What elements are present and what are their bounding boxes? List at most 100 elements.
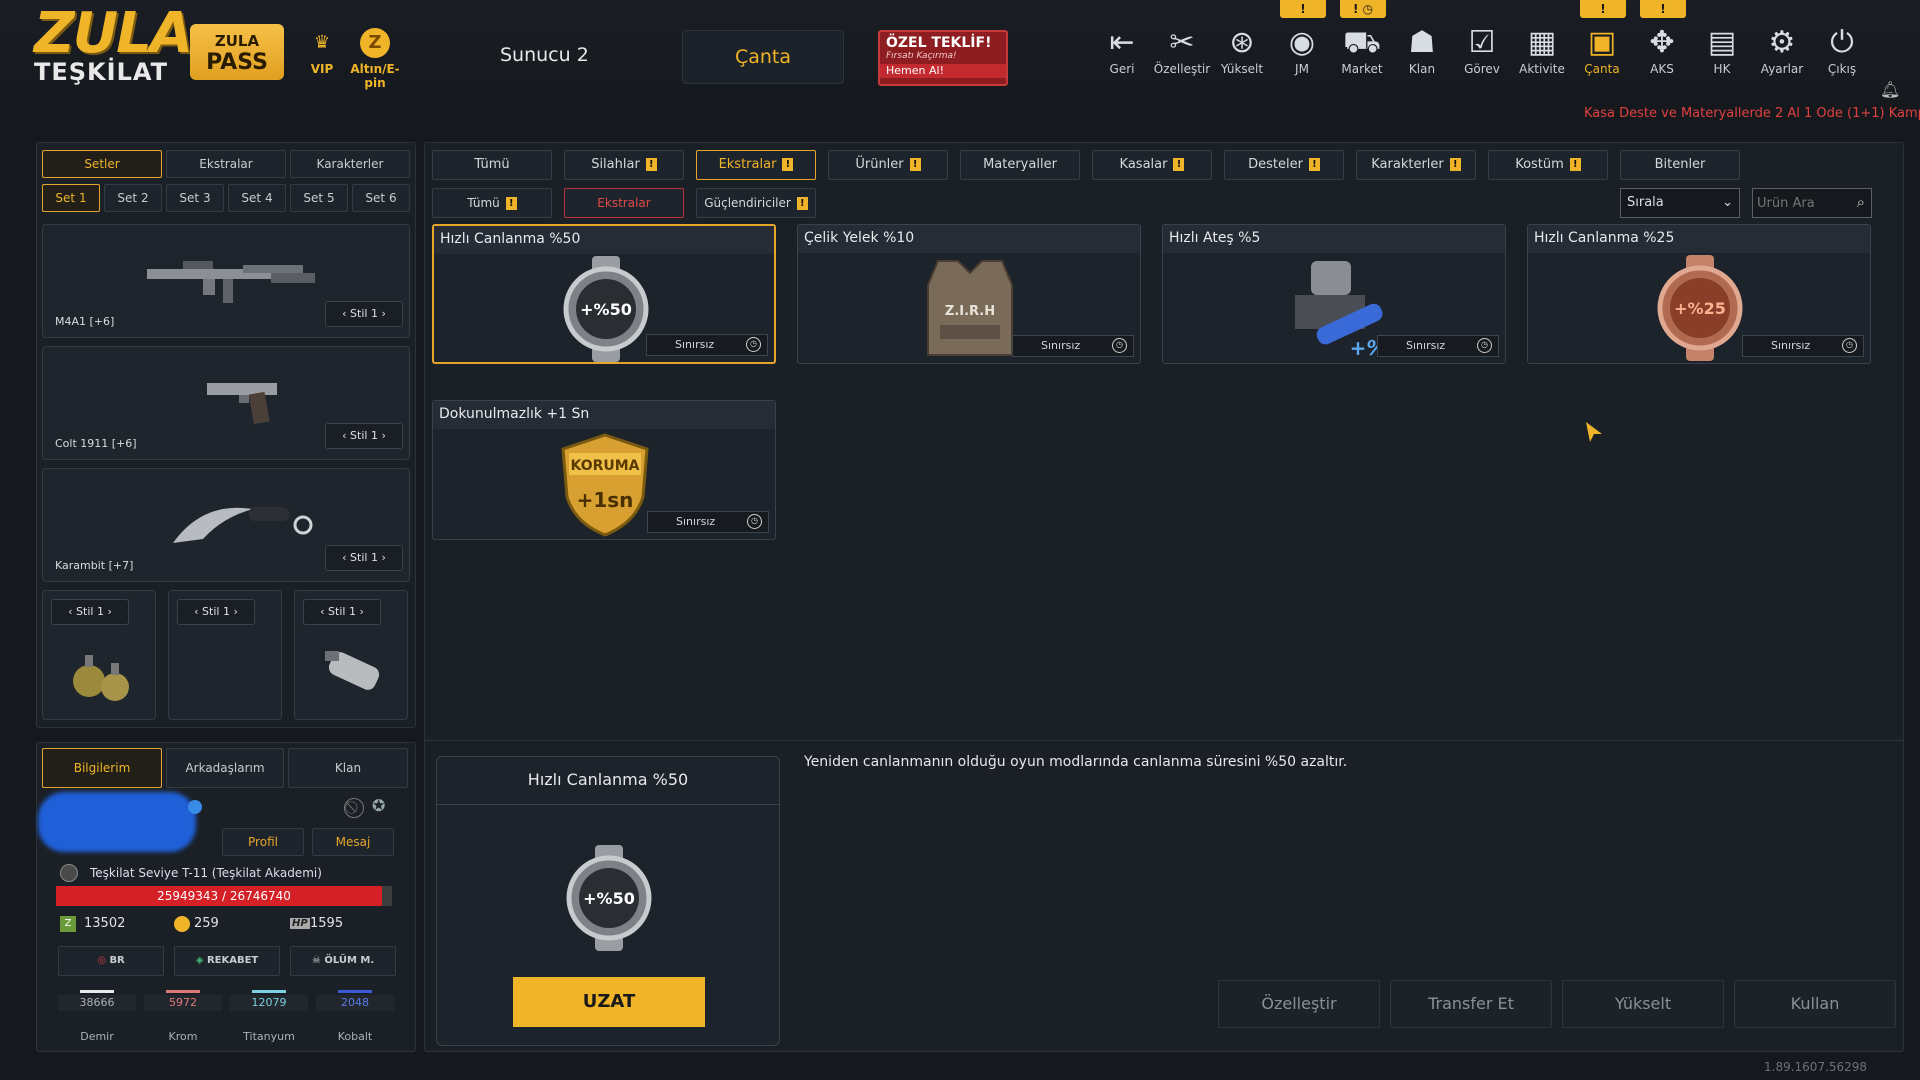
transfer-button[interactable]: Transfer Et xyxy=(1390,980,1552,1028)
tab-costume[interactable]: Kostüm! xyxy=(1488,150,1608,180)
throwable-slot-1[interactable]: ‹ Stil 1 › xyxy=(42,590,156,720)
subtab-extras[interactable]: Ekstralar xyxy=(564,188,684,218)
grenade-icon xyxy=(73,655,129,701)
tab-my-info[interactable]: Bilgilerim xyxy=(42,748,162,788)
cart-icon: ⛟ xyxy=(1343,25,1381,60)
item-badge-2: +1sn xyxy=(577,488,634,512)
tab-sets[interactable]: Setler xyxy=(42,150,162,178)
message-button[interactable]: Mesaj xyxy=(312,828,394,856)
nav-task[interactable]: ☑ Görev xyxy=(1452,24,1512,76)
set-tab-6[interactable]: Set 6 xyxy=(352,184,410,212)
alert-icon: ! xyxy=(645,158,657,171)
set-tab-3[interactable]: Set 3 xyxy=(166,184,224,212)
mode-olum-button[interactable]: ☠ ÖLÜM M. xyxy=(290,946,396,976)
nav-hk[interactable]: ▤ HK xyxy=(1692,24,1752,76)
mode-rekabet-button[interactable]: ◈ REKABET xyxy=(174,946,280,976)
nav-bag[interactable]: ▣ Çanta xyxy=(1572,24,1632,76)
tab-products[interactable]: Ürünler! xyxy=(828,150,948,180)
set-tab-5[interactable]: Set 5 xyxy=(290,184,348,212)
style-selector[interactable]: ‹ Stil 1 › xyxy=(325,301,403,327)
style-selector[interactable]: ‹ Stil 1 › xyxy=(303,599,381,625)
nav-back[interactable]: ⇤ Geri xyxy=(1092,24,1152,76)
item-card[interactable]: Hızlı Canlanma %50 +%50 Sınırsız ◷ xyxy=(432,224,776,364)
alert-icon: ! xyxy=(782,158,794,171)
nav-clan[interactable]: ☗ Klan xyxy=(1392,24,1452,76)
nav-label: JM xyxy=(1295,62,1309,76)
subtab-all[interactable]: Tümü! xyxy=(432,188,552,218)
mode-label: ÖLÜM M. xyxy=(324,955,375,966)
weapon-slot-primary[interactable]: M4A1 [+6] ‹ Stil 1 › xyxy=(42,224,410,338)
style-selector[interactable]: ‹ Stil 1 › xyxy=(177,599,255,625)
item-card[interactable]: Hızlı Ateş %5 +%5 Sınırsız ◷ xyxy=(1162,224,1506,364)
tab-characters-main[interactable]: Karakterler! xyxy=(1356,150,1476,180)
tab-friends[interactable]: Arkadaşlarım xyxy=(166,748,284,788)
style-selector[interactable]: ‹ Stil 1 › xyxy=(51,599,129,625)
vip-button[interactable]: ♛ VIP xyxy=(302,28,342,76)
gold-value: 259 xyxy=(194,916,219,931)
profile-button[interactable]: Profil xyxy=(222,828,304,856)
tab-materials[interactable]: Materyaller xyxy=(960,150,1080,180)
nav-label: Market xyxy=(1341,62,1383,76)
nav-market[interactable]: ⛟ Market xyxy=(1332,24,1392,76)
nav-activity[interactable]: ▦ Aktivite xyxy=(1512,24,1572,76)
block-icon[interactable]: ⃠ xyxy=(344,798,364,818)
tab-label: Kasalar xyxy=(1119,157,1168,172)
subtab-boosters[interactable]: Güçlendiriciler! xyxy=(696,188,816,218)
customize-button[interactable]: Özelleştir xyxy=(1218,980,1380,1028)
set-tab-1[interactable]: Set 1 xyxy=(42,184,100,212)
set-tab-2[interactable]: Set 2 xyxy=(104,184,162,212)
item-card[interactable]: Çelik Yelek %10 Z.I.R.H Sınırsız ◷ xyxy=(797,224,1141,364)
item-description: Yeniden canlanmanın olduğu oyun modların… xyxy=(804,754,1348,770)
style-label: Stil 1 xyxy=(202,605,230,618)
mode-br-button[interactable]: ◎ BR xyxy=(58,946,164,976)
nav-jm[interactable]: ◉ JM xyxy=(1272,24,1332,76)
extend-button[interactable]: UZAT xyxy=(513,977,705,1027)
verified-icon xyxy=(188,800,202,814)
zula-pass-button[interactable]: ZULA PASS xyxy=(190,24,284,80)
nav-upgrade[interactable]: ⊛ Yükselt xyxy=(1212,24,1272,76)
tab-label: Karakterler xyxy=(1371,157,1444,172)
resource-color-bar xyxy=(252,990,286,993)
bell-icon[interactable]: 🔔︎ xyxy=(1880,80,1900,99)
tab-clan[interactable]: Klan xyxy=(288,748,408,788)
set-tab-4[interactable]: Set 4 xyxy=(228,184,286,212)
detail-badge: +%50 xyxy=(583,889,635,908)
use-button[interactable]: Kullan xyxy=(1734,980,1896,1028)
upgrade-button[interactable]: Yükselt xyxy=(1562,980,1724,1028)
zula-logo[interactable]: ZULA TEŞKİLAT xyxy=(34,6,193,92)
special-offer-button[interactable]: ÖZEL TEKLİF! Fırsatı Kaçırma! Hemen Al! xyxy=(878,30,1008,86)
sort-dropdown[interactable]: Sırala ⌄ xyxy=(1620,188,1740,218)
clock-icon: ◷ xyxy=(747,514,762,529)
tab-extras[interactable]: Ekstralar xyxy=(166,150,286,178)
throwable-slot-2[interactable]: ‹ Stil 1 › xyxy=(168,590,282,720)
tab-finished[interactable]: Bitenler xyxy=(1620,150,1740,180)
zula-points-value: 13502 xyxy=(84,916,126,931)
resource-color-bar xyxy=(166,990,200,993)
style-selector[interactable]: ‹ Stil 1 › xyxy=(325,423,403,449)
nav-aks[interactable]: ✥ AKS xyxy=(1632,24,1692,76)
style-selector[interactable]: ‹ Stil 1 › xyxy=(325,545,403,571)
weapon-slot-secondary[interactable]: Colt 1911 [+6] ‹ Stil 1 › xyxy=(42,346,410,460)
search-input[interactable] xyxy=(1753,189,1847,217)
style-label: Stil 1 xyxy=(350,429,378,442)
tab-weapons[interactable]: Silahlar! xyxy=(564,150,684,180)
item-card[interactable]: Dokunulmazlık +1 Sn KORUMA +1sn Sınırsız… xyxy=(432,400,776,540)
search-box[interactable]: ⌕ xyxy=(1752,188,1872,218)
warning-flag-market: ! ◷ xyxy=(1340,0,1386,18)
tab-cases[interactable]: Kasalar! xyxy=(1092,150,1212,180)
tab-extras-main[interactable]: Ekstralar! xyxy=(696,150,816,180)
offer-cta: Hemen Al! xyxy=(880,64,1006,78)
item-card[interactable]: Hızlı Canlanma %25 +%25 Sınırsız ◷ xyxy=(1527,224,1871,364)
tab-characters[interactable]: Karakterler xyxy=(290,150,410,178)
nav-customize[interactable]: ✂ Özelleştir xyxy=(1152,24,1212,76)
watch-bronze-icon: +%25 xyxy=(1657,255,1743,361)
gold-icon xyxy=(174,916,190,932)
bag-title-button[interactable]: Çanta xyxy=(682,30,844,84)
tab-all[interactable]: Tümü xyxy=(432,150,552,180)
throwable-slot-3[interactable]: ‹ Stil 1 › xyxy=(294,590,408,720)
nav-settings[interactable]: ⚙ Ayarlar xyxy=(1752,24,1812,76)
nav-exit[interactable]: ⏻ Çıkış xyxy=(1812,24,1872,76)
weapon-slot-melee[interactable]: Karambit [+7] ‹ Stil 1 › xyxy=(42,468,410,582)
altin-epin-button[interactable]: Z Altın/E-pin xyxy=(340,28,410,90)
tab-decks[interactable]: Desteler! xyxy=(1224,150,1344,180)
